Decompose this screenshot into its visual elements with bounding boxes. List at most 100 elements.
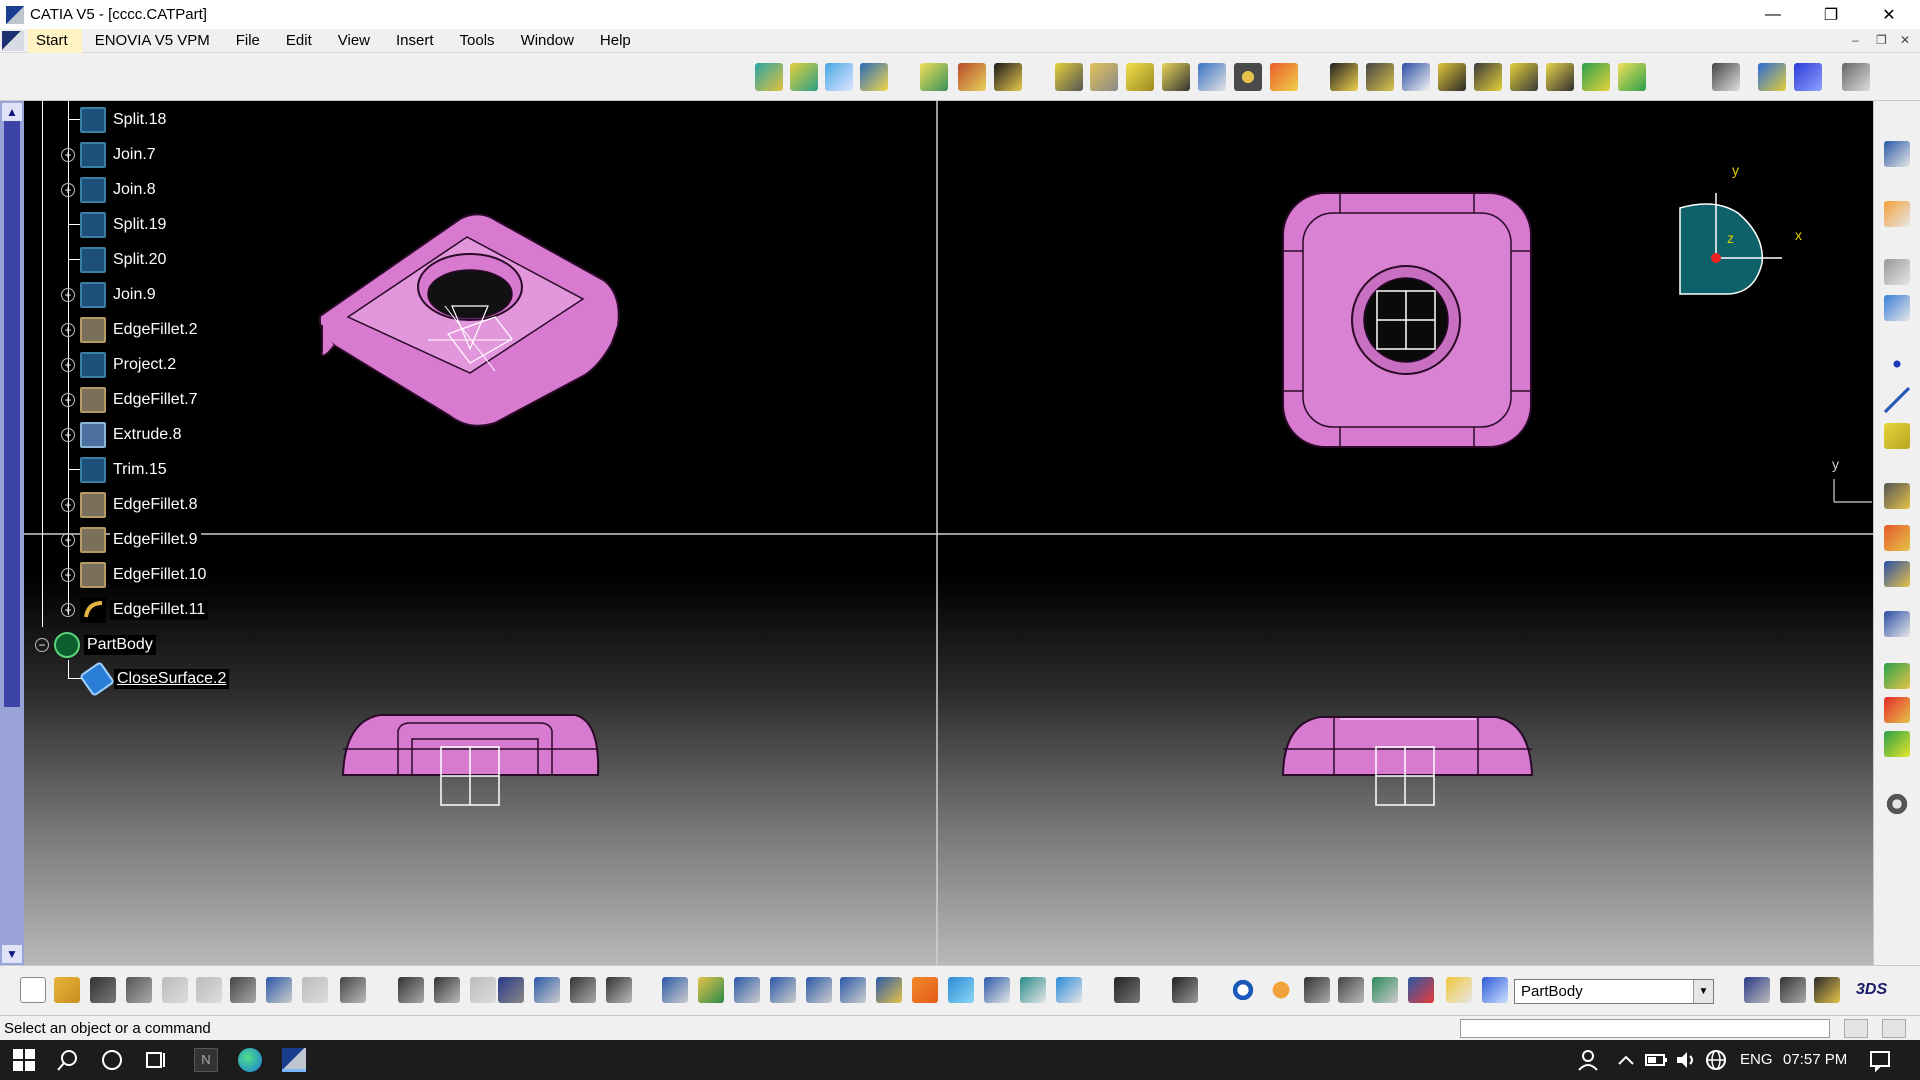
expand-icon[interactable]: + <box>61 603 75 617</box>
tools-palette-icon[interactable] <box>1172 977 1198 1003</box>
repetition-icon[interactable] <box>1758 63 1786 91</box>
save-icon[interactable] <box>90 977 116 1003</box>
cut-icon[interactable] <box>162 977 188 1003</box>
join-toolbar-icon[interactable] <box>1055 63 1083 91</box>
capture-camera-icon[interactable] <box>1114 977 1140 1003</box>
volume-icon[interactable] <box>1674 1048 1698 1072</box>
knowledge-icon[interactable] <box>434 977 460 1003</box>
network-globe-icon[interactable] <box>1704 1048 1728 1072</box>
tree-item[interactable]: Split.20 <box>68 245 170 275</box>
undo-icon[interactable] <box>266 977 292 1003</box>
define-in-work-object-icon[interactable] <box>1482 977 1508 1003</box>
pocket-icon[interactable] <box>1884 483 1910 509</box>
translate-icon[interactable] <box>1270 63 1298 91</box>
menu-window[interactable]: Window <box>508 29 587 53</box>
menu-insert[interactable]: Insert <box>383 29 447 53</box>
tree-item[interactable]: + Project.2 <box>61 350 180 380</box>
expand-icon[interactable]: + <box>61 323 75 337</box>
notes-app-icon[interactable]: N <box>194 1048 218 1072</box>
hide-icon[interactable] <box>470 977 496 1003</box>
sphere-icon[interactable] <box>994 63 1022 91</box>
trim-toolbar-icon[interactable] <box>1162 63 1190 91</box>
apply-material-icon[interactable] <box>1884 731 1910 757</box>
offset-icon[interactable] <box>860 63 888 91</box>
tree-item[interactable]: + Join.7 <box>61 140 159 170</box>
catalog-icon[interactable] <box>570 977 596 1003</box>
tree-item-partbody[interactable]: − PartBody <box>35 630 156 660</box>
rotate-icon[interactable] <box>770 977 796 1003</box>
hide-show-icon[interactable] <box>1020 977 1046 1003</box>
table-icon[interactable] <box>1884 259 1910 285</box>
whats-this-icon[interactable] <box>340 977 366 1003</box>
update-icon[interactable] <box>1230 977 1256 1003</box>
catia-logo-icon[interactable] <box>2 30 24 51</box>
table-param-icon[interactable] <box>498 977 524 1003</box>
sketcher-icon[interactable] <box>1884 141 1910 167</box>
fill-surface-icon[interactable] <box>825 63 853 91</box>
people-icon[interactable] <box>1576 1048 1600 1072</box>
sketch-plane-icon[interactable] <box>1446 977 1472 1003</box>
compass-lock-icon[interactable] <box>1814 977 1840 1003</box>
graph-tree-icon[interactable] <box>534 977 560 1003</box>
chevron-down-icon[interactable]: ▼ <box>1693 980 1713 1003</box>
law-icon[interactable] <box>1712 63 1740 91</box>
assemble-icon[interactable] <box>1884 561 1910 587</box>
command-cancel-icon[interactable] <box>1882 1019 1906 1038</box>
expand-icon[interactable]: + <box>61 148 75 162</box>
command-stop-icon[interactable] <box>1844 1019 1868 1038</box>
work-on-support-icon[interactable] <box>1372 977 1398 1003</box>
3d-viewport[interactable]: y x z y <box>0 101 1873 965</box>
shape-fillet-icon[interactable] <box>1330 63 1358 91</box>
grid-pattern-icon[interactable] <box>1794 63 1822 91</box>
open-folder-icon[interactable] <box>54 977 80 1003</box>
develop-icon[interactable] <box>1582 63 1610 91</box>
multi-view-icon[interactable] <box>912 977 938 1003</box>
restore-button[interactable]: ❐ <box>1802 0 1860 29</box>
tree-item[interactable]: Split.18 <box>68 105 170 135</box>
point-icon[interactable] <box>1884 351 1910 377</box>
tree-item[interactable]: Split.19 <box>68 210 170 240</box>
swap-visible-icon[interactable] <box>1056 977 1082 1003</box>
tree-item[interactable]: + EdgeFillet.11 <box>61 595 209 625</box>
fit-all-in-icon[interactable] <box>698 977 724 1003</box>
draft-icon[interactable] <box>1546 63 1574 91</box>
boundary-icon[interactable] <box>1198 63 1226 91</box>
zoom-in-icon[interactable] <box>806 977 832 1003</box>
expand-icon[interactable]: + <box>61 183 75 197</box>
tree-item[interactable]: + EdgeFillet.10 <box>61 560 210 590</box>
plane-icon[interactable] <box>1884 423 1910 449</box>
menu-enovia[interactable]: ENOVIA V5 VPM <box>82 29 223 53</box>
arrange-icon[interactable] <box>1744 977 1770 1003</box>
clock-time[interactable]: 07:57 PM <box>1783 1051 1847 1068</box>
snap-grid-icon[interactable] <box>1338 977 1364 1003</box>
chordal-fillet-icon[interactable] <box>1438 63 1466 91</box>
task-view-icon[interactable] <box>144 1048 168 1072</box>
print-icon[interactable] <box>126 977 152 1003</box>
edge-fillet-toolbar-icon[interactable] <box>1366 63 1394 91</box>
zoom-out-icon[interactable] <box>840 977 866 1003</box>
extrude-toolbar-icon[interactable] <box>920 63 948 91</box>
menu-start[interactable]: Start <box>28 28 82 53</box>
notification-center-icon[interactable] <box>1868 1048 1892 1073</box>
scroll-up-arrow-icon[interactable]: ▲ <box>2 103 22 121</box>
collapse-icon[interactable]: − <box>35 638 49 652</box>
mdi-minimize-button[interactable]: – <box>1852 33 1859 47</box>
operating-mode-icon[interactable] <box>1408 977 1434 1003</box>
axis-system-toolbar-icon[interactable] <box>1304 977 1330 1003</box>
axis-system-icon[interactable] <box>1884 295 1910 321</box>
pan-icon[interactable] <box>734 977 760 1003</box>
iso-view-icon[interactable] <box>948 977 974 1003</box>
language-indicator[interactable]: ENG <box>1740 1051 1773 1068</box>
windows-start-icon[interactable] <box>12 1048 36 1072</box>
minimize-button[interactable]: — <box>1744 0 1802 29</box>
tree-item[interactable]: + EdgeFillet.8 <box>61 490 201 520</box>
tree-item[interactable]: + Extrude.8 <box>61 420 185 450</box>
edge-browser-icon[interactable] <box>238 1048 262 1072</box>
expand-icon[interactable]: + <box>61 393 75 407</box>
fit-all-icon[interactable] <box>1842 63 1870 91</box>
select-arrow-icon[interactable] <box>1884 201 1910 227</box>
command-input[interactable] <box>1460 1019 1830 1038</box>
face-face-fillet-icon[interactable] <box>1474 63 1502 91</box>
blend-surface-icon[interactable] <box>790 63 818 91</box>
cortana-icon[interactable] <box>100 1048 124 1072</box>
